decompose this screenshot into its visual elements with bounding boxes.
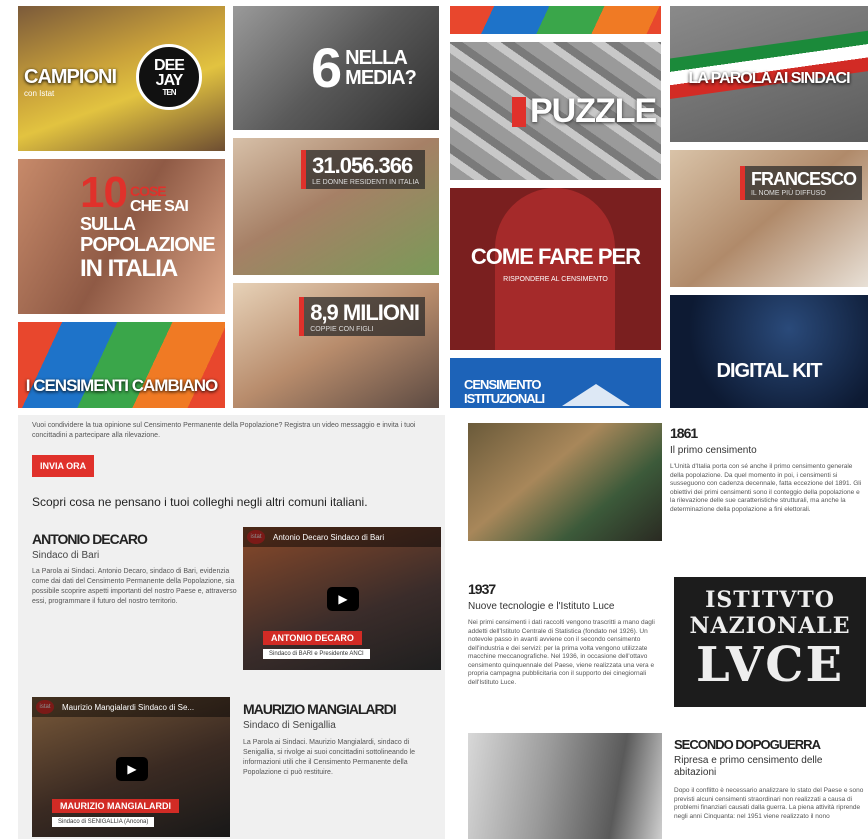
e1-year: 1861 [670,425,698,441]
e1-text: L'Unità d'Italia porta con sé anche il p… [670,463,862,513]
tile-come-fare[interactable]: COME FARE PER RISPONDERE AL CENSIMENTO [450,188,661,350]
mayor2-role: Sindaco di Senigallia [243,720,336,731]
invia-ora-button[interactable]: INVIA ORA [32,455,95,477]
tile-10-cose[interactable]: 10 COSE CHE SAI SULLA POPOLAZIONE IN ITA… [18,159,225,314]
play-icon[interactable]: ▶ [116,757,148,781]
mayor1-text: La Parola ai Sindaci. Antonio Decaro, si… [32,568,237,605]
luce-image: ISTITVTO NAZIONALE LVCE [674,577,866,707]
campioni-sub: con Istat [24,89,55,98]
campioni-title: CAMPIONI [24,66,117,88]
tile-digital-kit[interactable]: DIGITAL KIT [670,295,868,408]
deejay-badge: DEE JAY TEN [136,44,202,110]
mayor2-text: La Parola ai Sindaci. Maurizio Mangialar… [243,739,415,776]
mayor2-video-name: MAURIZIO MANGIALARDI [52,799,179,813]
mayor1-role: Sindaco di Bari [32,550,100,561]
francesco-name: FRANCESCO [750,169,857,189]
tile-nella-media[interactable]: 6 NELLA MEDIA? [233,6,439,130]
painting-1861 [468,423,662,541]
mayor2-name: MAURIZIO MANGIALARDI [243,701,397,717]
donne-number: 31.056.366 [312,153,413,178]
tile-coppie-figli[interactable]: 8,9 MILIONI COPPIE CON FIGLI [233,283,439,408]
tile-campioni-deejay[interactable]: CAMPIONI con Istat DEE JAY TEN [18,6,225,151]
e3-title: Ripresa e primo censimento delle abitazi… [674,755,823,778]
tile-istituzionali[interactable]: CENSIMENTO ISTITUZIONALI [450,358,661,408]
e2-year: 1937 [468,581,496,597]
e3-year: SECONDO DOPOGUERRA [674,737,821,752]
mayor1-video-title: Antonio Decaro Sindaco di Bari [243,527,441,547]
tile-stripes-top[interactable] [450,6,661,34]
puzzle-red-mark [512,96,526,127]
tile-francesco[interactable]: FRANCESCO IL NOME PIÙ DIFFUSO [670,150,868,287]
play-icon[interactable]: ▶ [327,587,359,611]
cose-number: 10 [80,168,128,217]
house-icon [562,384,630,406]
tile-donne-residenti[interactable]: 31.056.366 LE DONNE RESIDENTI IN ITALIA [233,138,439,275]
tile-censimenti-cambiano[interactable]: I CENSIMENTI CAMBIANO [18,322,225,408]
mosaic-left: CAMPIONI con Istat DEE JAY TEN 6 NELLA M… [0,0,445,408]
coppie-number: 8,9 MILIONI [310,300,420,325]
mayor1-video[interactable]: istat Antonio Decaro Sindaco di Bari ▶ A… [243,527,441,670]
e2-text: Nei primi censimenti i dati raccolti ven… [468,619,655,686]
mosaic-right: PUZZLE COME FARE PER RISPONDERE AL CENSI… [445,0,868,408]
mayor2-video[interactable]: istat Maurizio Mangialardi Sindaco di Se… [32,697,230,837]
mayor2-video-role: Sindaco di SENIGALLIA (Ancona) [52,817,155,827]
e2-title: Nuove tecnologie e l'Istituto Luce [468,601,615,612]
street-photo [468,733,662,839]
sindaci-intro: Vuoi condividere la tua opinione sul Cen… [32,422,416,439]
mayor2-video-title: Maurizio Mangialardi Sindaco di Se... [32,697,230,717]
e1-title: Il primo censimento [670,445,757,456]
tile-puzzle[interactable]: PUZZLE [450,42,661,180]
sindaci-heading: Scopri cosa ne pensano i tuoi colleghi n… [32,495,368,509]
e3-text: Dopo il conflitto è necessario analizzar… [674,787,864,820]
mayor1-video-role: Sindaco di BARI e Presidente ANCI [263,649,370,659]
history-panel: 1861 Il primo censimento L'Unità d'Itali… [460,415,868,839]
tile-parola-sindaci[interactable]: LA PAROLA AI SINDACI [670,6,868,142]
sindaci-panel: Vuoi condividere la tua opinione sul Cen… [18,415,445,839]
flag-ribbon [670,28,868,100]
media-number: 6 [311,36,342,99]
mayor1-video-name: ANTONIO DECARO [263,631,362,645]
mayor1-name: ANTONIO DECARO [32,531,148,547]
